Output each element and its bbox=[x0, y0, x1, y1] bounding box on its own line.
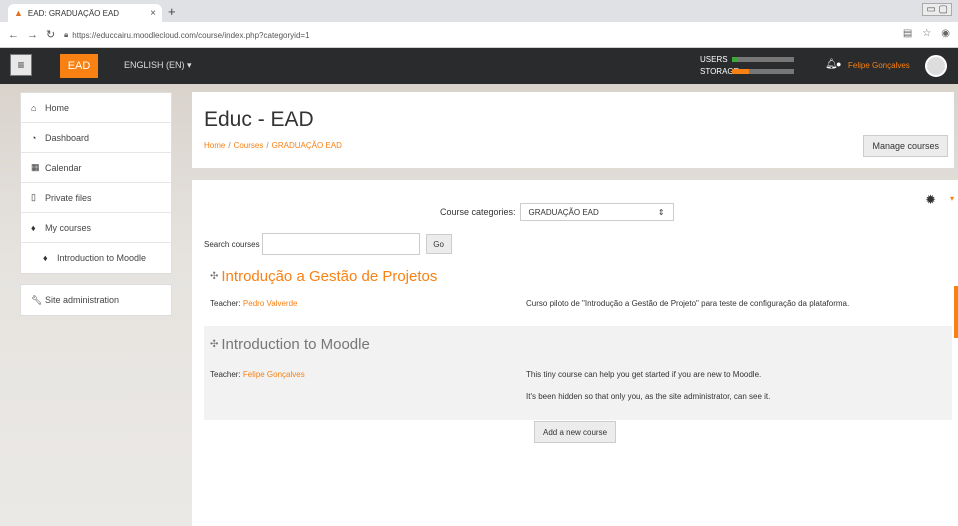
breadcrumb: Home / Courses / GRADUAÇÃO EAD bbox=[204, 141, 342, 150]
course-summary: Curso piloto de "Introdução a Gestão de … bbox=[526, 298, 849, 310]
sidebar-item-private-files[interactable]: ▯ Private files bbox=[21, 183, 171, 213]
calendar-icon: ▦ bbox=[31, 162, 40, 172]
dashboard-icon: ◔ bbox=[31, 132, 37, 143]
home-icon: ⌂ bbox=[31, 102, 37, 113]
course-info-icon: ✣ bbox=[210, 339, 219, 350]
user-name[interactable]: Felipe Gonçalves bbox=[848, 61, 910, 70]
message-bubble-icon[interactable]: ● bbox=[836, 59, 841, 69]
browser-tab-bar: ▲ EAD: GRADUAÇÃO EAD × + ▭ ▢ bbox=[0, 0, 958, 22]
storage-bar bbox=[732, 68, 794, 74]
main-region: ✹ ▾ Course categories: GRADUAÇÃO EAD ⇕ S… bbox=[192, 180, 958, 526]
url-text: https://educcairu.moodlecloud.com/course… bbox=[72, 30, 310, 40]
nav-drawer: ⌂ Home ◔ Dashboard ▦ Calendar ▯ Private … bbox=[20, 92, 172, 316]
sidebar-item-label: Calendar bbox=[45, 162, 82, 173]
category-select[interactable]: GRADUAÇÃO EAD ⇕ bbox=[519, 203, 674, 221]
file-icon: ▯ bbox=[31, 192, 36, 202]
add-new-course-button[interactable]: Add a new course bbox=[534, 421, 617, 443]
hamburger-menu-icon[interactable]: ≡ bbox=[10, 54, 32, 76]
course-name-link[interactable]: ✣ Introdução a Gestão de Projetos bbox=[210, 268, 437, 285]
summary-text: It's been hidden so that only you, as th… bbox=[526, 392, 771, 401]
browser-tab[interactable]: ▲ EAD: GRADUAÇÃO EAD × bbox=[8, 4, 162, 22]
profile-icon[interactable]: ◉ bbox=[941, 28, 950, 39]
window-controls-icon[interactable]: ▭ ▢ bbox=[922, 3, 952, 16]
teacher-name[interactable]: Felipe Gonçalves bbox=[243, 370, 305, 379]
course-info-icon: ✣ bbox=[210, 271, 219, 282]
sidebar-item-site-administration[interactable]: 🔧︎ Site administration bbox=[21, 285, 171, 315]
search-label: Search courses bbox=[204, 239, 260, 249]
graduation-cap-icon: ♦ bbox=[31, 222, 36, 233]
users-label: USERS bbox=[700, 54, 728, 64]
breadcrumb-courses[interactable]: Courses bbox=[234, 141, 264, 150]
sidebar-item-label: Private files bbox=[45, 192, 92, 203]
category-selector: Course categories: GRADUAÇÃO EAD ⇕ bbox=[440, 203, 674, 221]
course-teacher: Teacher: Pedro Valverde bbox=[210, 299, 297, 308]
language-menu[interactable]: ENGLISH (EN) ▾ bbox=[124, 60, 192, 71]
select-arrows-icon: ⇕ bbox=[657, 207, 665, 217]
page-title: Educ - EAD bbox=[204, 108, 314, 131]
users-bar bbox=[732, 56, 794, 62]
chevron-down-icon[interactable]: ▾ bbox=[950, 194, 954, 203]
graduation-cap-icon: ♦ bbox=[43, 253, 48, 263]
manage-courses-button[interactable]: Manage courses bbox=[863, 135, 948, 157]
url-field[interactable]: 🔒︎ https://educcairu.moodlecloud.com/cou… bbox=[64, 27, 310, 43]
teacher-label: Teacher: bbox=[210, 299, 241, 308]
reload-icon[interactable]: ↻ bbox=[46, 28, 55, 41]
sidebar-item-label: Home bbox=[45, 102, 70, 113]
course-name-link[interactable]: ✣ Introduction to Moodle bbox=[210, 336, 370, 353]
storage-label: STORAGE bbox=[700, 66, 739, 76]
gear-icon[interactable]: ✹ bbox=[925, 192, 936, 208]
sidebar-item-introduction-to-moodle[interactable]: ♦ Introduction to Moodle bbox=[21, 243, 171, 273]
moodle-favicon-icon: ▲ bbox=[14, 8, 23, 18]
teacher-label: Teacher: bbox=[210, 370, 241, 379]
page-header: Educ - EAD Home / Courses / GRADUAÇÃO EAD Ma… bbox=[192, 92, 954, 168]
sidebar-item-label: Introduction to Moodle bbox=[57, 253, 147, 263]
sidebar-item-my-courses[interactable]: ♦ My courses bbox=[21, 213, 171, 243]
wrench-icon: 🔧︎ bbox=[31, 294, 43, 305]
breadcrumb-home[interactable]: Home bbox=[204, 141, 225, 150]
sidebar-item-home[interactable]: ⌂ Home bbox=[21, 93, 171, 123]
go-button[interactable]: Go bbox=[425, 234, 452, 254]
course-name: Introduction to Moodle bbox=[221, 336, 370, 353]
nav-block-main: ⌂ Home ◔ Dashboard ▦ Calendar ▯ Private … bbox=[20, 92, 172, 274]
close-tab-icon[interactable]: × bbox=[150, 8, 156, 19]
breadcrumb-separator: / bbox=[228, 141, 231, 150]
nav-block-admin: 🔧︎ Site administration bbox=[20, 284, 172, 316]
lock-icon: 🔒︎ bbox=[64, 30, 69, 39]
sidebar-item-dashboard[interactable]: ◔ Dashboard bbox=[21, 123, 171, 153]
forward-icon[interactable]: → bbox=[27, 29, 38, 41]
course-search: Search courses Go bbox=[204, 233, 452, 255]
summary-text: Curso piloto de "Introdução a Gestão de … bbox=[526, 299, 850, 308]
storage-bar-fill bbox=[732, 68, 749, 74]
back-icon[interactable]: ← bbox=[8, 29, 19, 41]
users-bar-fill bbox=[732, 56, 739, 62]
block-drawer-toggle[interactable] bbox=[954, 286, 958, 338]
address-bar: ← → ↻ 🔒︎ https://educcairu.moodlecloud.c… bbox=[0, 22, 958, 48]
tab-title: EAD: GRADUAÇÃO EAD bbox=[27, 8, 120, 18]
sidebar-item-label: Dashboard bbox=[45, 132, 90, 143]
site-brand[interactable]: EAD bbox=[60, 54, 98, 78]
course-summary: This tiny course can help you get starte… bbox=[526, 369, 770, 413]
breadcrumb-separator: / bbox=[266, 141, 269, 150]
course-teacher: Teacher: Felipe Gonçalves bbox=[210, 370, 305, 379]
course-item: ✣ Introdução a Gestão de Projetos Teache… bbox=[204, 264, 952, 324]
teacher-name[interactable]: Pedro Valverde bbox=[243, 299, 298, 308]
new-tab-button[interactable]: + bbox=[168, 4, 176, 19]
sidebar-item-calendar[interactable]: ▦ Calendar bbox=[21, 153, 171, 183]
avatar[interactable] bbox=[925, 55, 947, 77]
bookmark-star-icon[interactable]: ☆ bbox=[922, 28, 931, 39]
course-item: ✣ Introduction to Moodle Teacher: Felipe… bbox=[204, 326, 952, 420]
quota-indicator: USERS STORAGE bbox=[700, 53, 800, 77]
summary-text: This tiny course can help you get starte… bbox=[526, 370, 762, 379]
breadcrumb-category[interactable]: GRADUAÇÃO EAD bbox=[272, 141, 342, 150]
sidebar-item-label: Site administration bbox=[45, 295, 120, 305]
category-label: Course categories: bbox=[440, 207, 516, 217]
sidebar-item-label: My courses bbox=[45, 222, 92, 233]
search-input[interactable] bbox=[261, 233, 420, 255]
category-select-value: GRADUAÇÃO EAD bbox=[528, 207, 599, 217]
moodle-navbar: ≡ EAD ENGLISH (EN) ▾ USERS STORAGE 🔔︎ ● … bbox=[0, 48, 958, 84]
course-name: Introdução a Gestão de Projetos bbox=[221, 268, 438, 285]
translate-icon[interactable]: ▤ bbox=[903, 28, 912, 39]
